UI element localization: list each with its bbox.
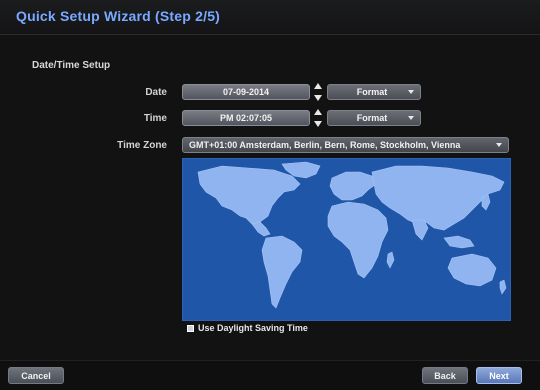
australia-landmass	[447, 253, 497, 287]
new-zealand-landmass	[499, 279, 507, 295]
cancel-button[interactable]: Cancel	[8, 367, 64, 384]
world-map-image	[197, 161, 507, 309]
daylight-saving-row[interactable]: Use Daylight Saving Time	[187, 323, 308, 333]
madagascar-landmass	[386, 251, 395, 269]
time-zone-label: Time Zone	[117, 140, 167, 151]
date-format-dropdown[interactable]: Format	[327, 84, 421, 100]
date-label: Date	[145, 87, 167, 98]
daylight-saving-checkbox[interactable]	[187, 324, 194, 332]
time-zone-dropdown[interactable]: GMT+01:00 Amsterdam, Berlin, Bern, Rome,…	[182, 137, 509, 153]
time-format-label: Format	[356, 113, 388, 123]
date-spinner[interactable]	[313, 82, 323, 102]
time-spinner[interactable]	[313, 108, 323, 128]
time-field[interactable]: PM 02:07:05	[182, 110, 310, 126]
chevron-down-icon	[496, 143, 502, 147]
title-bar: Quick Setup Wizard (Step 2/5)	[0, 0, 540, 35]
chevron-down-icon	[408, 116, 414, 120]
time-label: Time	[143, 113, 167, 124]
window-title: Quick Setup Wizard (Step 2/5)	[16, 8, 221, 24]
africa-landmass	[327, 201, 389, 279]
chevron-down-icon	[408, 90, 414, 94]
back-button[interactable]: Back	[422, 367, 468, 384]
section-title: Date/Time Setup	[32, 60, 111, 71]
north-america-landmass	[197, 165, 301, 225]
time-zone-value: GMT+01:00 Amsterdam, Berlin, Bern, Rome,…	[189, 140, 461, 150]
world-map[interactable]	[182, 158, 511, 321]
down-arrow-icon[interactable]	[314, 121, 322, 127]
time-format-dropdown[interactable]: Format	[327, 110, 421, 126]
india-landmass	[411, 219, 429, 241]
europe-landmass	[329, 171, 377, 201]
up-arrow-icon[interactable]	[314, 83, 322, 89]
up-arrow-icon[interactable]	[314, 109, 322, 115]
wizard-window: Quick Setup Wizard (Step 2/5) Date/Time …	[0, 0, 540, 390]
south-america-landmass	[261, 235, 303, 309]
date-field[interactable]: 07-09-2014	[182, 84, 310, 100]
daylight-saving-label: Use Daylight Saving Time	[198, 323, 308, 333]
down-arrow-icon[interactable]	[314, 95, 322, 101]
date-format-label: Format	[356, 87, 388, 97]
next-button[interactable]: Next	[476, 367, 522, 384]
southeast-asia-islands	[443, 235, 475, 249]
central-america-landmass	[251, 221, 271, 237]
